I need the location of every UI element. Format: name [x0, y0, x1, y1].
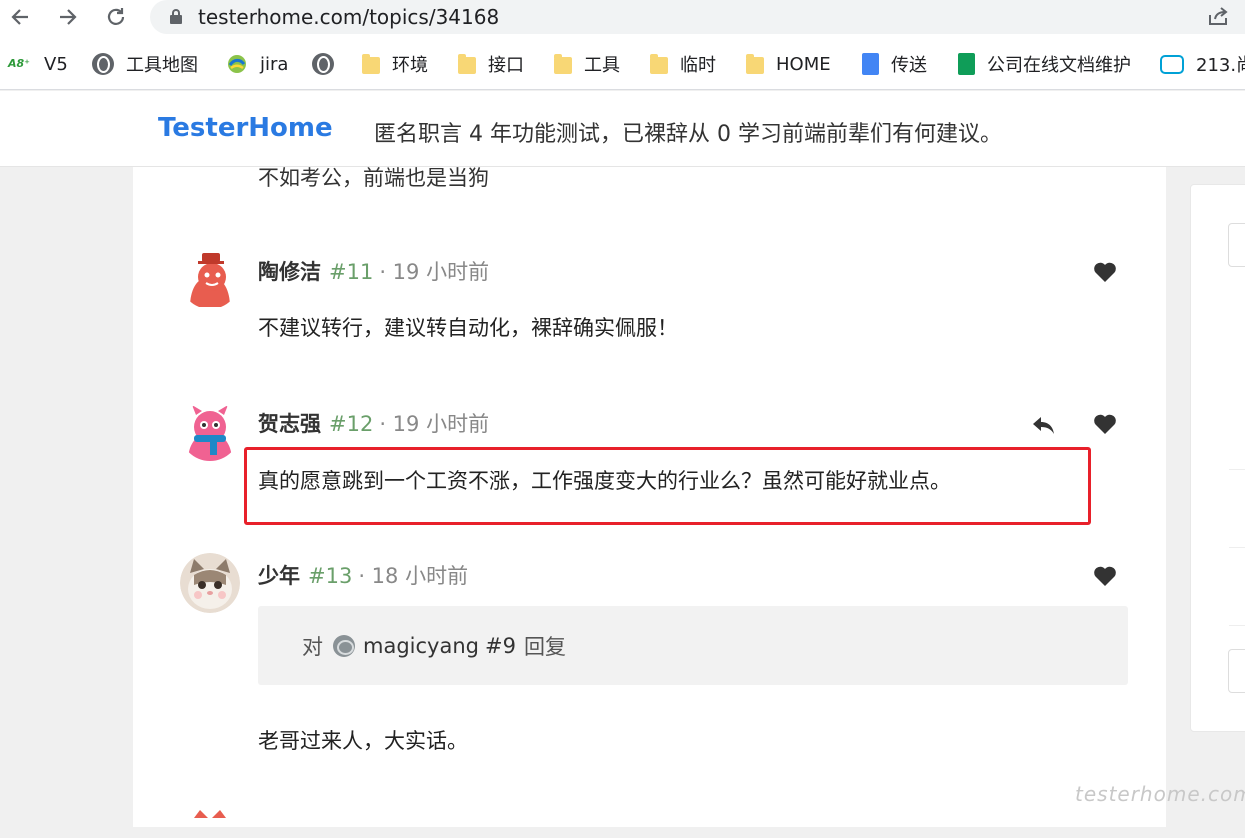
bookmark-temp[interactable]: 临时 [650, 51, 716, 77]
comment-meta: 少年 #13 · 18 小时前 [258, 560, 468, 590]
mini-avatar [333, 635, 355, 657]
highlight-box [244, 447, 1091, 525]
a8-logo-icon: A8⁺ [8, 57, 30, 70]
reply-quote: 对 magicyang #9 回复 [258, 606, 1128, 685]
avatar[interactable] [180, 401, 240, 461]
sidebar-divider [1229, 625, 1245, 626]
reload-icon[interactable] [102, 3, 130, 31]
folder-icon [746, 54, 764, 74]
comment-meta: 陶修洁 #11 · 19 小时前 [258, 256, 489, 286]
comment-floor[interactable]: #12 [329, 412, 373, 436]
bookmark-transfer[interactable]: 传送 [862, 51, 927, 77]
url-text: testerhome.com/topics/34168 [198, 5, 500, 29]
heart-icon[interactable] [1093, 413, 1117, 435]
bookmark-jira[interactable]: jira [226, 51, 288, 77]
heart-icon[interactable] [1093, 565, 1117, 587]
browser-toolbar: testerhome.com/topics/34168 [0, 0, 1245, 38]
reply-target-floor[interactable]: #9 [485, 634, 516, 658]
folder-icon [362, 54, 380, 74]
sidebar-widget[interactable] [1228, 649, 1245, 693]
back-arrow-icon[interactable] [6, 3, 34, 31]
sidebar-divider [1229, 547, 1245, 548]
forward-arrow-icon[interactable] [54, 3, 82, 31]
bookmark-tools[interactable]: 工具 [554, 51, 620, 77]
lock-icon [170, 9, 182, 24]
site-header: TesterHome 匿名职言 4 年功能测试，已裸辞从 0 学习前端前辈们有何… [0, 91, 1245, 167]
reply-prefix: 对 [302, 635, 323, 659]
avatar[interactable] [180, 808, 240, 838]
sheet-green-icon [958, 53, 975, 75]
watermark: testerhome.com [1075, 782, 1245, 806]
folder-icon [650, 54, 668, 74]
avatar[interactable] [180, 553, 240, 613]
bookmark-v5[interactable]: A8⁺ V5 [8, 51, 68, 77]
bookmark-home[interactable]: HOME [746, 51, 831, 77]
bookmark-api[interactable]: 接口 [458, 51, 524, 77]
comment-floor[interactable]: #13 [308, 564, 352, 588]
comment-author[interactable]: 陶修洁 [258, 256, 321, 286]
jira-swirl-icon [226, 53, 248, 75]
sidebar-widget[interactable] [1228, 223, 1245, 267]
comment-time: · 18 小时前 [358, 564, 469, 588]
share-icon[interactable] [1207, 5, 1233, 29]
reply-target-user[interactable]: magicyang [363, 634, 479, 658]
heart-icon[interactable] [1093, 261, 1117, 283]
comment-body: 老哥过来人，大实话。 [258, 729, 468, 753]
reply-suffix: 回复 [523, 635, 566, 659]
comment-author[interactable]: 少年 [258, 560, 300, 590]
bookmark-env[interactable]: 环境 [362, 51, 428, 77]
folder-icon [458, 54, 476, 74]
bilibili-tv-icon [1160, 54, 1184, 74]
globe-icon [92, 53, 114, 75]
reply-quote-line: 对 magicyang #9 回复 [302, 631, 566, 661]
address-bar[interactable]: testerhome.com/topics/34168 [150, 0, 1245, 34]
comment-body: 不建议转行，建议转自动化，裸辞确实佩服！ [258, 316, 678, 340]
bookmark-globe[interactable] [312, 51, 346, 77]
comment-floor[interactable]: #11 [329, 260, 373, 284]
site-logo[interactable]: TesterHome [158, 113, 333, 143]
avatar[interactable] [180, 249, 240, 309]
bookmark-213[interactable]: 213.尚 [1160, 51, 1245, 77]
doc-blue-icon [862, 53, 879, 75]
comment-time: · 19 小时前 [379, 260, 490, 284]
sidebar-panel [1190, 184, 1245, 732]
comment-meta: 贺志强 #12 · 19 小时前 [258, 408, 489, 438]
sidebar-divider [1229, 469, 1245, 470]
topic-title: 匿名职言 4 年功能测试，已裸辞从 0 学习前端前辈们有何建议。 [374, 122, 1002, 147]
comment-time: · 19 小时前 [379, 412, 490, 436]
comment-author[interactable]: 贺志强 [258, 408, 321, 438]
reply-icon[interactable] [1031, 414, 1057, 436]
folder-icon [554, 54, 572, 74]
bookmark-tool-map[interactable]: 工具地图 [92, 51, 198, 77]
bookmark-online-docs[interactable]: 公司在线文档维护 [958, 51, 1131, 77]
globe-icon [312, 53, 334, 75]
bookmarks-bar: A8⁺ V5 工具地图 jira 环境 接口 工具 临时 HOME 传送 公司在… [0, 38, 1245, 90]
